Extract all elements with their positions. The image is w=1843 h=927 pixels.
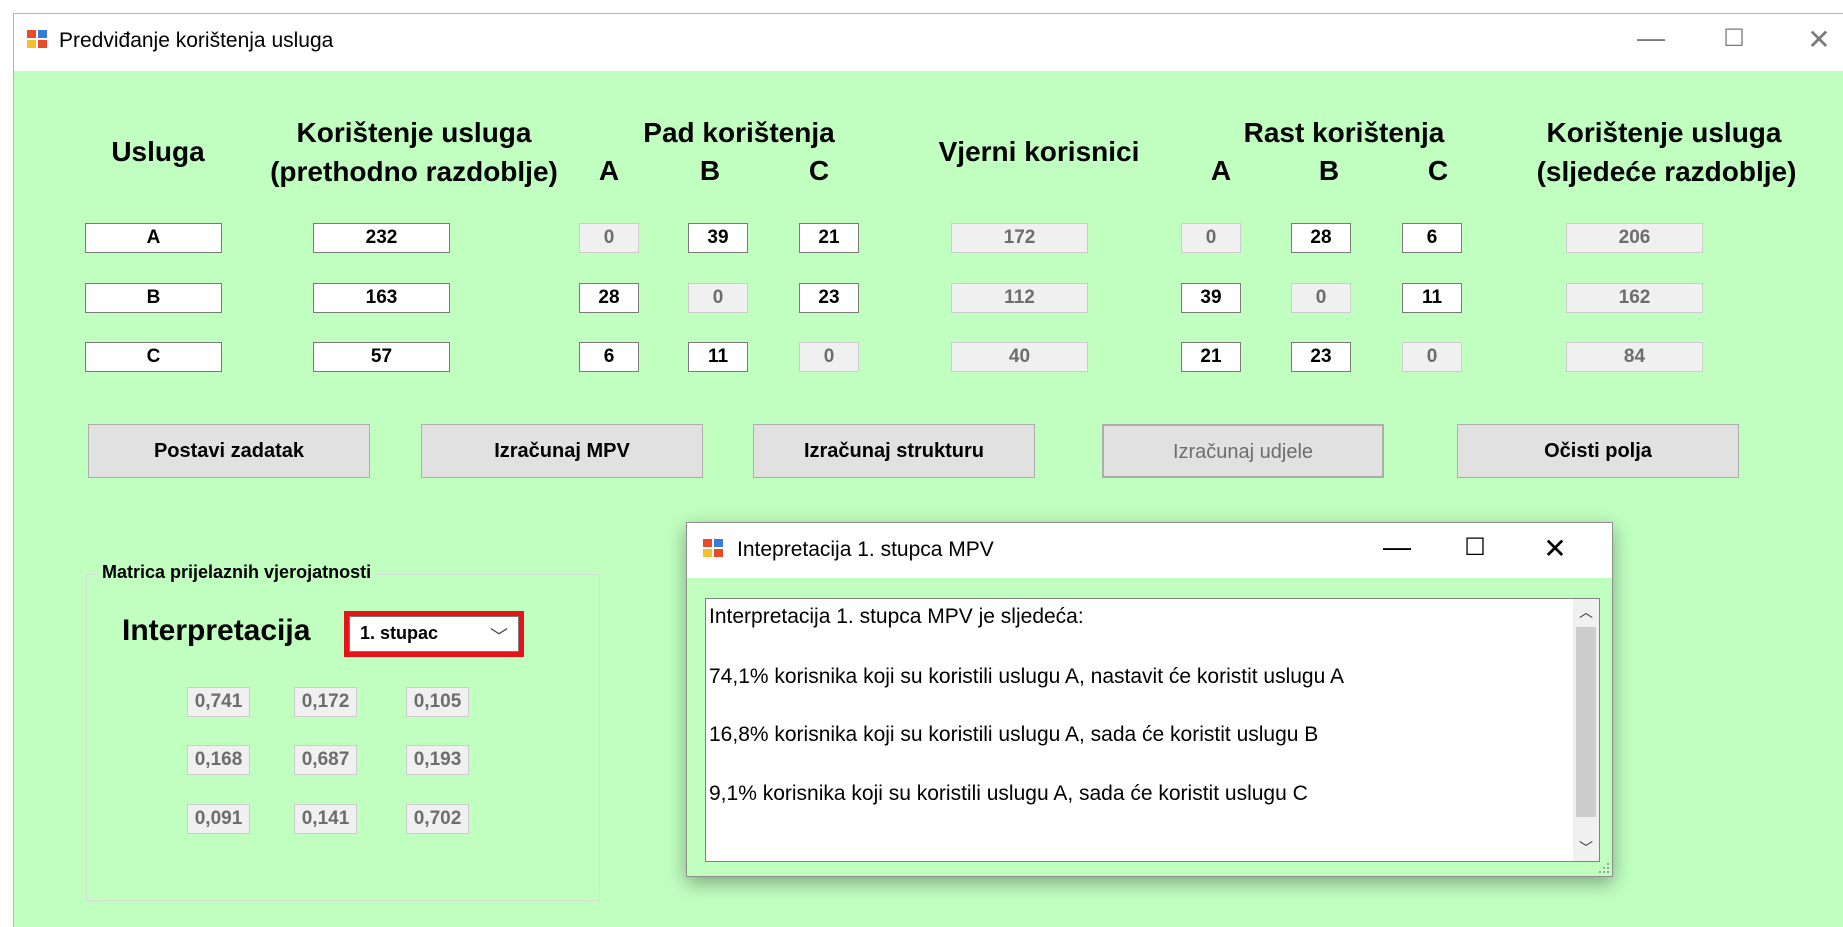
pad-c-b-field[interactable]: 11 [688,342,748,372]
prev-a-field[interactable]: 232 [313,223,450,253]
rast-b-a-field[interactable]: 39 [1181,283,1241,313]
matrix-cell-2-2: 0,702 [406,804,469,834]
matrix-cell-1-2: 0,193 [406,745,469,775]
interpretacija-label: Interpretacija [122,614,311,647]
maximize-button[interactable]: ☐ [1714,27,1754,51]
scroll-down-icon[interactable]: ﹀ [1573,835,1599,861]
pad-b-c-field[interactable]: 23 [799,283,859,313]
header-rast-b: B [1318,155,1340,186]
dialog-app-icon [703,539,725,559]
next-a-field: 206 [1566,223,1703,253]
rast-c-c-field: 0 [1402,342,1462,372]
izracunaj-mpv-button[interactable]: Izračunaj MPV [421,424,703,478]
close-button[interactable]: ✕ [1799,26,1839,54]
dialog-maximize-button[interactable]: ☐ [1455,536,1495,560]
rast-b-c-field[interactable]: 11 [1402,283,1462,313]
prev-b-field[interactable]: 163 [313,283,450,313]
combo-value: 1. stupac [360,623,439,643]
header-pad-b: B [699,155,721,186]
next-c-field: 84 [1566,342,1703,372]
matrix-cell-2-0: 0,091 [187,804,250,834]
vjerni-c-field: 40 [951,342,1088,372]
rast-c-a-field[interactable]: 21 [1181,342,1241,372]
header-vjerni: Vjerni korisnici [938,136,1140,167]
header-pad-a: A [598,155,620,186]
interpretation-dialog: Intepretacija 1. stupca MPV — ☐ ✕ Interp… [686,522,1613,877]
interpretation-line-4: 9,1% korisnika koji su koristili uslugu … [709,782,1308,805]
rast-a-b-field[interactable]: 28 [1291,223,1351,253]
izracunaj-udjele-button[interactable]: Izračunaj udjele [1102,424,1384,478]
header-koristenje-next-line2: (sljedeće razdoblje) [1536,156,1797,187]
pad-a-b-field[interactable]: 39 [688,223,748,253]
usluga-b-field[interactable]: B [85,283,222,313]
matrix-cell-0-2: 0,105 [406,687,469,717]
minimize-button[interactable]: — [1631,24,1671,52]
chevron-down-icon[interactable]: ﹀ [490,623,508,649]
title-bar: Predviđanje korištenja usluga — ☐ ✕ [14,14,1843,71]
interpretation-line-3: 16,8% korisnika koji su koristili uslugu… [709,723,1319,746]
stupac-combobox[interactable]: 1. stupac ﹀ [349,616,519,652]
next-b-field: 162 [1566,283,1703,313]
prev-c-field[interactable]: 57 [313,342,450,372]
interpretation-line-2: 74,1% korisnika koji su koristili uslugu… [709,665,1344,688]
header-rast: Rast korištenja [1243,117,1445,148]
interpretation-line-1: Interpretacija 1. stupca MPV je sljedeća… [709,605,1084,628]
pad-a-c-field[interactable]: 21 [799,223,859,253]
dialog-close-button[interactable]: ✕ [1535,535,1575,563]
interpretation-textarea[interactable]: Interpretacija 1. stupca MPV je sljedeća… [705,598,1600,862]
dialog-minimize-button[interactable]: — [1377,533,1417,561]
matrix-cell-0-0: 0,741 [187,687,250,717]
pad-c-a-field[interactable]: 6 [579,342,639,372]
dialog-title-bar: Intepretacija 1. stupca MPV — ☐ ✕ [687,523,1612,578]
header-rast-c: C [1427,155,1449,186]
usluga-c-field[interactable]: C [85,342,222,372]
matrix-cell-2-1: 0,141 [294,804,357,834]
matrix-cell-1-0: 0,168 [187,745,250,775]
header-usluga: Usluga [111,136,205,167]
dialog-title: Intepretacija 1. stupca MPV [737,538,994,561]
header-koristenje-prev-line2: (prethodno razdoblje) [270,156,558,187]
ocisti-polja-button[interactable]: Očisti polja [1457,424,1739,478]
rast-c-b-field[interactable]: 23 [1291,342,1351,372]
matrix-cell-1-1: 0,687 [294,745,357,775]
rast-a-a-field: 0 [1181,223,1241,253]
window-title: Predviđanje korištenja usluga [59,29,334,52]
header-rast-a: A [1210,155,1232,186]
pad-b-a-field[interactable]: 28 [579,283,639,313]
rast-a-c-field[interactable]: 6 [1402,223,1462,253]
stupac-combo-highlight: 1. stupac ﹀ [344,611,524,657]
pad-c-c-field: 0 [799,342,859,372]
header-pad-c: C [808,155,830,186]
izracunaj-strukturu-button[interactable]: Izračunaj strukturu [753,424,1035,478]
matrix-cell-0-1: 0,172 [294,687,357,717]
resize-grip-icon[interactable] [1596,860,1610,874]
header-koristenje-prev-line1: Korištenje usluga [296,117,532,148]
matrica-group-title: Matrica prijelaznih vjerojatnosti [99,562,375,583]
scroll-thumb[interactable] [1576,627,1596,817]
header-pad: Pad korištenja [643,117,835,148]
scroll-up-icon[interactable]: ︿ [1573,599,1599,625]
vjerni-a-field: 172 [951,223,1088,253]
header-koristenje-next-line1: Korištenje usluga [1546,117,1782,148]
vertical-scrollbar[interactable]: ︿ ﹀ [1573,599,1599,861]
pad-b-b-field: 0 [688,283,748,313]
usluga-a-field[interactable]: A [85,223,222,253]
postavi-zadatak-button[interactable]: Postavi zadatak [88,424,370,478]
app-icon [27,30,49,50]
pad-a-a-field: 0 [579,223,639,253]
rast-b-b-field: 0 [1291,283,1351,313]
vjerni-b-field: 112 [951,283,1088,313]
